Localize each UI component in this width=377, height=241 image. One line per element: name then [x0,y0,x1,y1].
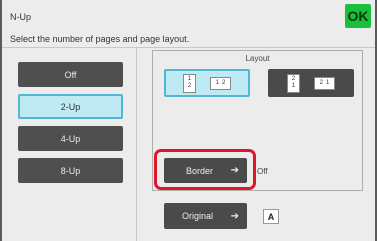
arrow-right-icon: ➔ [230,210,239,222]
orientation-icon: A [263,209,279,224]
page-number: 1 [187,76,192,82]
original-button[interactable]: Original ➔ [164,203,247,229]
nup-2up-button[interactable]: 2-Up [18,94,123,119]
nup-off-button[interactable]: Off [18,62,123,87]
layout-label: Layout [245,54,270,63]
original-button-label: Original [182,211,214,221]
tall-page-icon: 2 1 [287,73,300,93]
page-number: 2 [187,83,192,89]
tall-page-icon: 1 2 [183,73,196,93]
ok-button[interactable]: OK [345,4,371,28]
nup-options-panel: Off 2-Up 4-Up 8-Up [10,48,137,241]
page-number: 2 [319,79,323,86]
border-button-label: Border [186,165,214,176]
arrow-right-icon: ➔ [230,165,239,176]
instruction-text: Select the number of pages and page layo… [10,34,190,44]
page-title: N-Up [10,12,32,22]
nup-8up-button[interactable]: 8-Up [18,158,123,183]
wide-page-icon: 1 2 [210,76,231,90]
nup-4up-button[interactable]: 4-Up [18,126,123,151]
page-number: 2 [222,79,226,86]
page-number: 1 [291,83,296,89]
page-number: 2 [291,76,296,82]
layout-option-2-button[interactable]: 2 1 2 1 [268,69,354,97]
border-status-text: Off [257,167,268,176]
layout-option-1-button[interactable]: 1 2 1 2 [164,69,250,97]
page-number: 1 [326,79,330,86]
border-button[interactable]: Border ➔ [164,158,247,183]
nup-dialog: N-Up Select the number of pages and page… [0,0,377,241]
page-number: 1 [215,79,219,86]
wide-page-icon: 2 1 [314,76,335,90]
